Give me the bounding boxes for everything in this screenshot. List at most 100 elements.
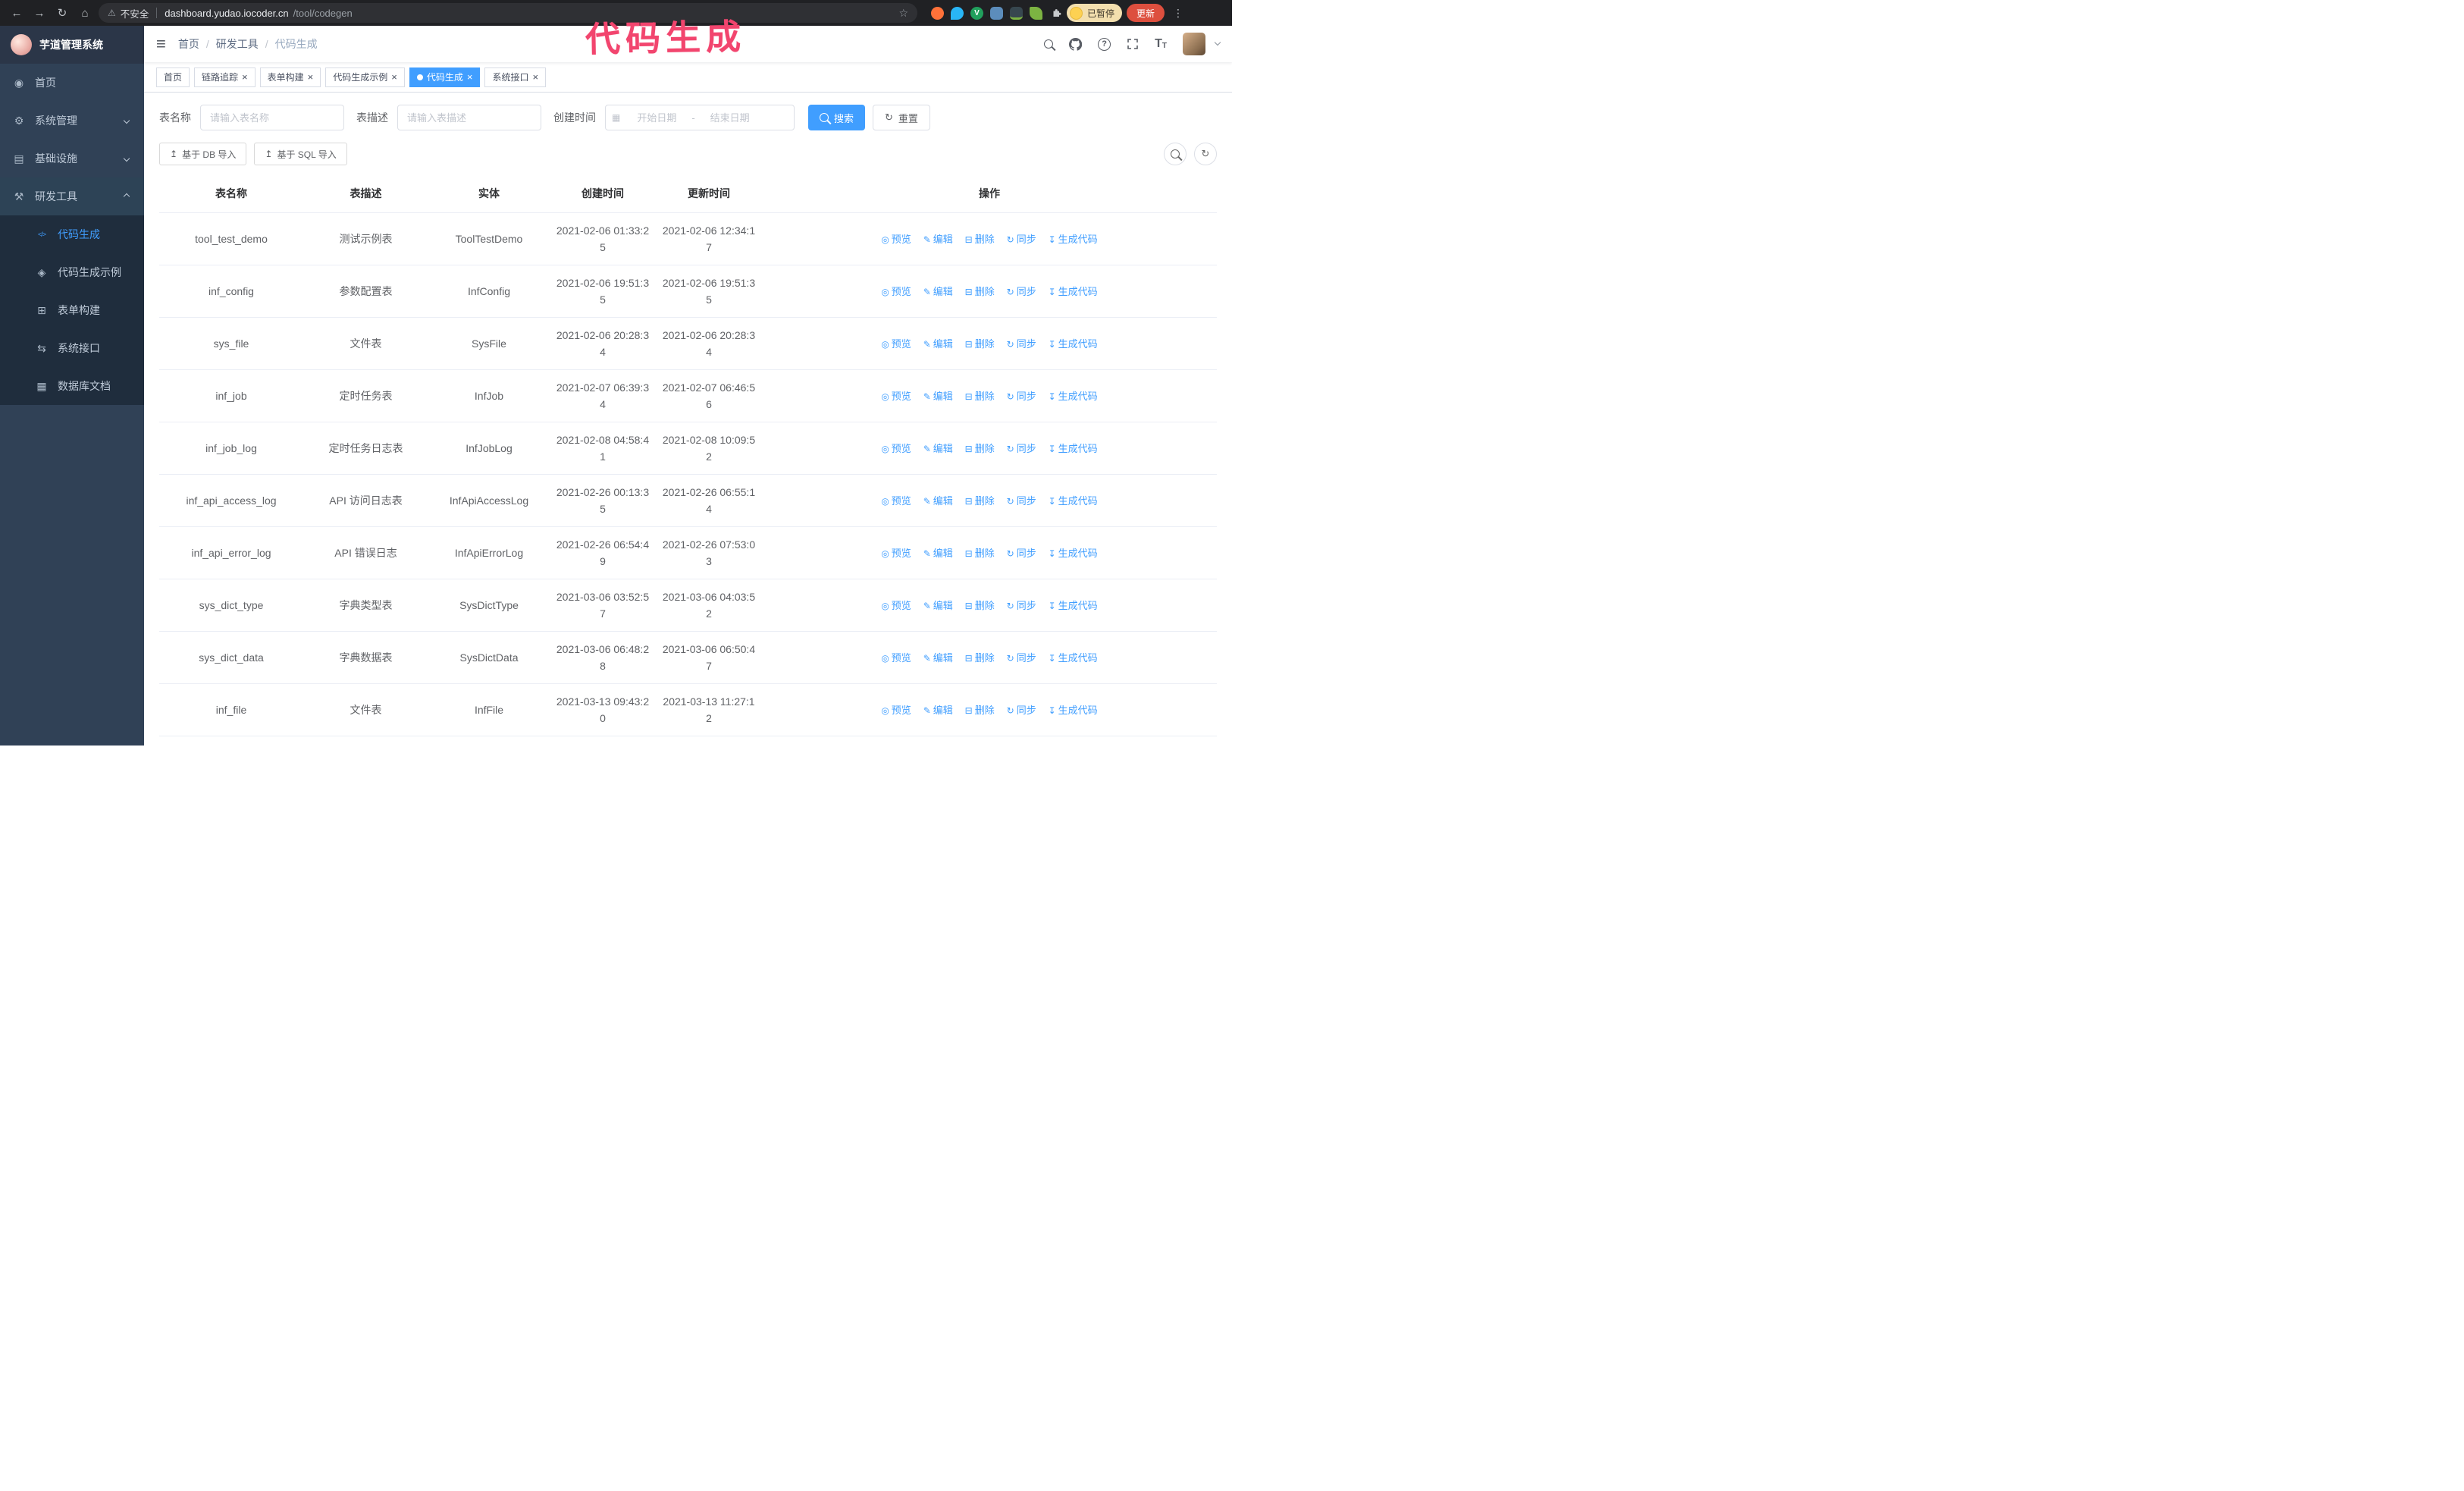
edit-link[interactable]: ✎ 编辑	[923, 650, 953, 667]
preview-link[interactable]: ◎ 预览	[881, 702, 911, 719]
search-icon[interactable]	[1044, 39, 1054, 49]
generate-code-link[interactable]: ↧ 生成代码	[1049, 284, 1098, 300]
chrome-update-button[interactable]: 更新	[1127, 4, 1165, 22]
preview-link[interactable]: ◎ 预览	[881, 388, 911, 405]
tab-form-builder[interactable]: 表单构建 ×	[259, 67, 321, 87]
chevron-down-icon[interactable]	[1214, 39, 1221, 46]
import-sql-button[interactable]: ↥ 基于 SQL 导入	[254, 143, 347, 165]
edit-link[interactable]: ✎ 编辑	[923, 231, 953, 248]
back-icon[interactable]: ←	[8, 7, 26, 20]
generate-code-link[interactable]: ↧ 生成代码	[1049, 388, 1098, 405]
preview-link[interactable]: ◎ 预览	[881, 231, 911, 248]
bookmark-star-icon[interactable]: ☆	[898, 7, 908, 20]
start-date-input[interactable]	[623, 111, 691, 124]
extension-icon[interactable]: V	[970, 6, 983, 20]
sync-link[interactable]: ↻ 同步	[1007, 702, 1036, 719]
delete-link[interactable]: ⊟ 删除	[965, 284, 995, 300]
extension-icon[interactable]	[1010, 6, 1023, 20]
fullscreen-icon[interactable]	[1127, 38, 1139, 50]
table-desc-input[interactable]	[397, 105, 541, 130]
sync-link[interactable]: ↻ 同步	[1007, 231, 1036, 248]
close-icon[interactable]: ×	[308, 72, 314, 82]
delete-link[interactable]: ⊟ 删除	[965, 231, 995, 248]
delete-link[interactable]: ⊟ 删除	[965, 702, 995, 719]
delete-link[interactable]: ⊟ 删除	[965, 441, 995, 457]
sync-link[interactable]: ↻ 同步	[1007, 598, 1036, 614]
delete-link[interactable]: ⊟ 删除	[965, 336, 995, 353]
sync-link[interactable]: ↻ 同步	[1007, 336, 1036, 353]
generate-code-link[interactable]: ↧ 生成代码	[1049, 231, 1098, 248]
edit-link[interactable]: ✎ 编辑	[923, 284, 953, 300]
preview-link[interactable]: ◎ 预览	[881, 336, 911, 353]
sidebar-item-codegen[interactable]: </> 代码生成	[0, 215, 144, 253]
edit-link[interactable]: ✎ 编辑	[923, 441, 953, 457]
preview-link[interactable]: ◎ 预览	[881, 493, 911, 510]
generate-code-link[interactable]: ↧ 生成代码	[1049, 493, 1098, 510]
sync-link[interactable]: ↻ 同步	[1007, 493, 1036, 510]
preview-link[interactable]: ◎ 预览	[881, 441, 911, 457]
url-bar[interactable]: ⚠ 不安全 dashboard.yudao.iocoder.cn /tool/c…	[99, 3, 917, 23]
delete-link[interactable]: ⊟ 删除	[965, 650, 995, 667]
close-icon[interactable]: ×	[391, 72, 397, 82]
preview-link[interactable]: ◎ 预览	[881, 598, 911, 614]
tab-codegen[interactable]: 代码生成 ×	[409, 67, 481, 87]
date-range-picker[interactable]: ▦ -	[605, 105, 795, 130]
extension-icon[interactable]	[990, 6, 1003, 20]
forward-icon[interactable]: →	[30, 7, 49, 20]
generate-code-link[interactable]: ↧ 生成代码	[1049, 441, 1098, 457]
user-avatar[interactable]	[1183, 33, 1205, 55]
reload-icon[interactable]: ↻	[53, 6, 71, 20]
sidebar-toggle-icon[interactable]: ≡	[144, 36, 178, 52]
edit-link[interactable]: ✎ 编辑	[923, 598, 953, 614]
delete-link[interactable]: ⊟ 删除	[965, 388, 995, 405]
toggle-search-button[interactable]	[1164, 143, 1187, 165]
preview-link[interactable]: ◎ 预览	[881, 650, 911, 667]
breadcrumb-home[interactable]: 首页	[178, 36, 199, 52]
sidebar-item-home[interactable]: ◉ 首页	[0, 64, 144, 102]
edit-link[interactable]: ✎ 编辑	[923, 493, 953, 510]
refresh-button[interactable]: ↻	[1194, 143, 1217, 165]
search-button[interactable]: 搜索	[808, 105, 866, 130]
reset-button[interactable]: ↻ 重置	[873, 105, 930, 130]
close-icon[interactable]: ×	[532, 72, 538, 82]
extension-icon[interactable]	[1030, 6, 1042, 20]
generate-code-link[interactable]: ↧ 生成代码	[1049, 545, 1098, 562]
extension-icon[interactable]	[951, 6, 964, 20]
github-icon[interactable]	[1069, 37, 1083, 51]
close-icon[interactable]: ×	[467, 72, 473, 82]
delete-link[interactable]: ⊟ 删除	[965, 598, 995, 614]
sync-link[interactable]: ↻ 同步	[1007, 650, 1036, 667]
edit-link[interactable]: ✎ 编辑	[923, 388, 953, 405]
preview-link[interactable]: ◎ 预览	[881, 545, 911, 562]
tab-tracing[interactable]: 链路追踪 ×	[194, 67, 255, 87]
edit-link[interactable]: ✎ 编辑	[923, 702, 953, 719]
sync-link[interactable]: ↻ 同步	[1007, 388, 1036, 405]
generate-code-link[interactable]: ↧ 生成代码	[1049, 336, 1098, 353]
sidebar-item-form-builder[interactable]: ⊞ 表单构建	[0, 291, 144, 329]
sync-link[interactable]: ↻ 同步	[1007, 545, 1036, 562]
kebab-menu-icon[interactable]: ⋮	[1169, 7, 1187, 20]
import-db-button[interactable]: ↥ 基于 DB 导入	[159, 143, 247, 165]
extensions-puzzle-icon[interactable]	[1049, 7, 1062, 20]
sidebar-item-devtools[interactable]: ⚒ 研发工具	[0, 177, 144, 215]
font-size-icon[interactable]: TT	[1155, 38, 1167, 50]
sidebar-item-db-doc[interactable]: ▦ 数据库文档	[0, 367, 144, 405]
sidebar-item-infra[interactable]: ▤ 基础设施	[0, 140, 144, 177]
end-date-input[interactable]	[696, 111, 763, 124]
close-icon[interactable]: ×	[242, 72, 248, 82]
generate-code-link[interactable]: ↧ 生成代码	[1049, 650, 1098, 667]
sync-link[interactable]: ↻ 同步	[1007, 284, 1036, 300]
tab-api[interactable]: 系统接口 ×	[484, 67, 547, 87]
sidebar-item-api[interactable]: ⇆ 系统接口	[0, 329, 144, 367]
edit-link[interactable]: ✎ 编辑	[923, 545, 953, 562]
profile-paused-chip[interactable]: 已暂停	[1067, 4, 1123, 22]
home-icon[interactable]: ⌂	[76, 7, 94, 20]
help-icon[interactable]: ?	[1098, 37, 1111, 51]
sidebar-item-system[interactable]: ⚙ 系统管理	[0, 102, 144, 140]
preview-link[interactable]: ◎ 预览	[881, 284, 911, 300]
sidebar-item-codegen-demo[interactable]: ◈ 代码生成示例	[0, 253, 144, 291]
delete-link[interactable]: ⊟ 删除	[965, 545, 995, 562]
generate-code-link[interactable]: ↧ 生成代码	[1049, 598, 1098, 614]
generate-code-link[interactable]: ↧ 生成代码	[1049, 702, 1098, 719]
extension-icon[interactable]	[931, 6, 944, 20]
